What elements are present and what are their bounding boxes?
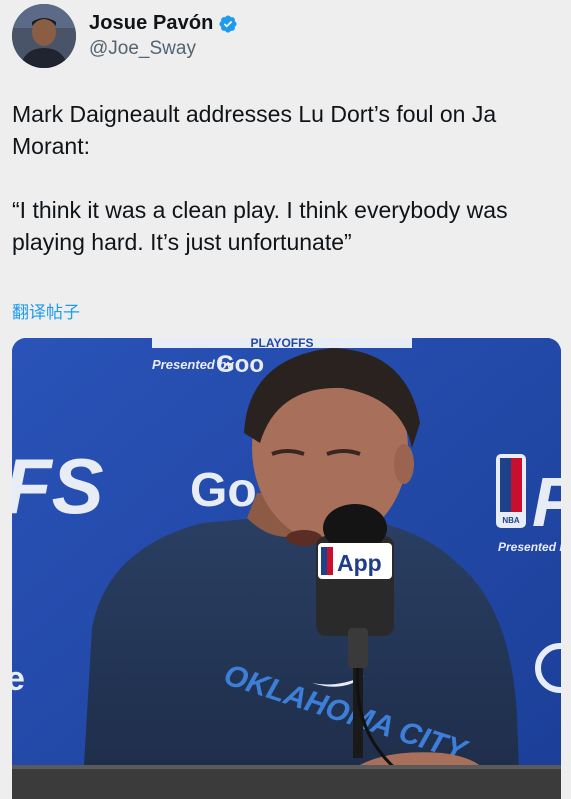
translate-post-link[interactable]: 翻译帖子 bbox=[12, 298, 80, 323]
presented-by-right: Presented by bbox=[498, 540, 561, 554]
tweet-paragraph: Mark Daigneault addresses Lu Dort’s foul… bbox=[12, 101, 497, 159]
backdrop-right-letter: P bbox=[532, 463, 561, 541]
sponsor-top-text: Goo bbox=[216, 351, 264, 378]
backdrop-banner-text: PLAYOFFS bbox=[251, 338, 314, 350]
backdrop-left-letters: FS bbox=[12, 442, 104, 530]
sponsor-mid-text: Go bbox=[190, 464, 257, 517]
display-name-row: Josue Pavón bbox=[89, 12, 238, 35]
tweet-text: Mark Daigneault addresses Lu Dort’s foul… bbox=[12, 98, 557, 258]
author-names: Josue Pavón @Joe_Sway bbox=[89, 12, 238, 60]
handle[interactable]: @Joe_Sway bbox=[89, 38, 238, 60]
svg-text:e: e bbox=[12, 660, 25, 698]
verified-badge-icon bbox=[218, 14, 238, 34]
display-name[interactable]: Josue Pavón bbox=[89, 12, 213, 35]
tweet-media-image[interactable]: PLAYOFFS Presented by Goo FS Go NBA P Pr… bbox=[12, 338, 561, 799]
tweet-card: Josue Pavón @Joe_Sway Mark Daigneault ad… bbox=[0, 0, 571, 799]
mic-badge-text: App bbox=[337, 550, 382, 576]
tweet-quote-paragraph: “I think it was a clean play. I think ev… bbox=[12, 197, 508, 255]
avatar[interactable] bbox=[12, 4, 76, 68]
tweet-header: Josue Pavón @Joe_Sway bbox=[12, 4, 238, 68]
nba-logo-label: NBA bbox=[502, 516, 520, 525]
